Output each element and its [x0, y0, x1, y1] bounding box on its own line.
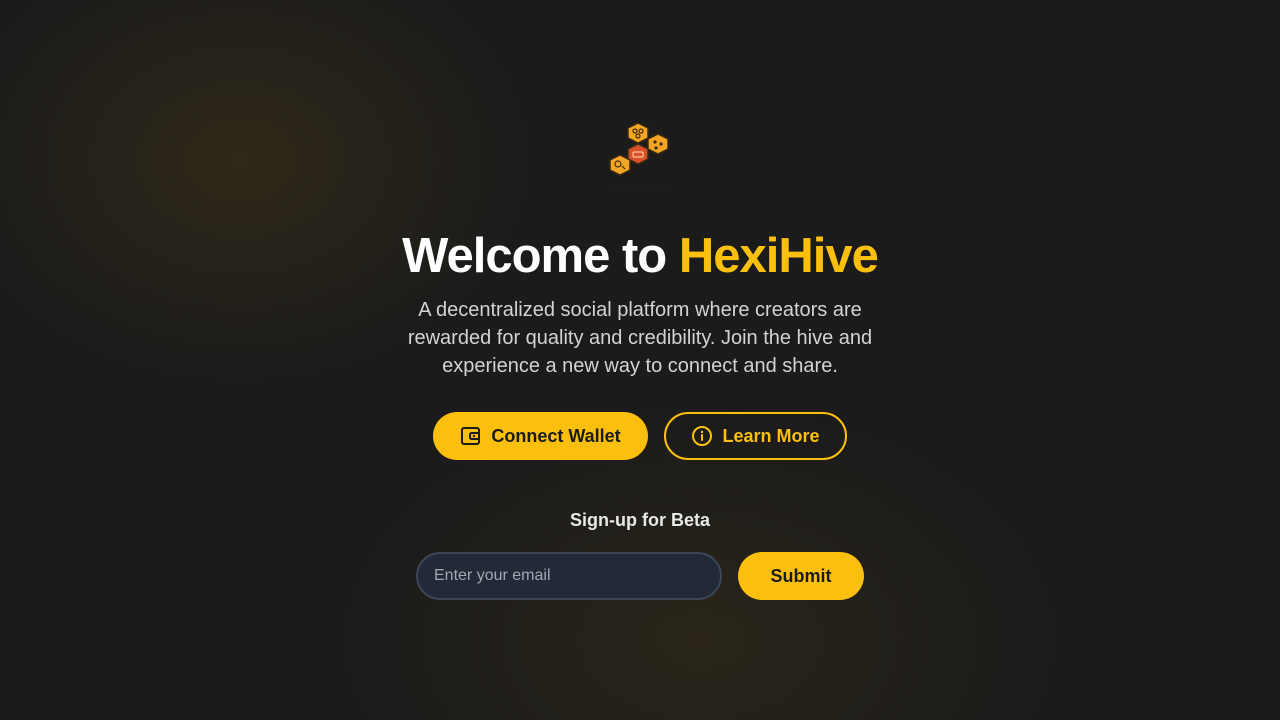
title-brand: HexiHive [678, 229, 879, 283]
info-circle-icon [691, 425, 713, 447]
title-lead: Welcome to [402, 229, 667, 283]
learn-more-button[interactable]: Learn More [664, 412, 847, 460]
landing-hero: HexiHive.com Welcome to HexiHive A decen… [0, 0, 1280, 720]
wallet-icon [460, 426, 482, 446]
email-field[interactable] [416, 552, 722, 600]
beta-signup-label: Sign-up for Beta [570, 510, 710, 530]
learn-more-label: Learn More [722, 425, 820, 446]
connect-wallet-label: Connect Wallet [491, 425, 621, 446]
hero-subtitle: A decentralized social platform where cr… [407, 299, 873, 377]
hexagon-cluster-logo-icon [609, 122, 669, 176]
logo-wordmark: HexiHive.com [612, 181, 668, 191]
page-title: Welcome to HexiHive [0, 226, 1280, 286]
submit-button[interactable]: Submit [738, 552, 864, 600]
connect-wallet-button[interactable]: Connect Wallet [433, 412, 648, 460]
hexihive-logo: HexiHive.com [604, 120, 676, 194]
